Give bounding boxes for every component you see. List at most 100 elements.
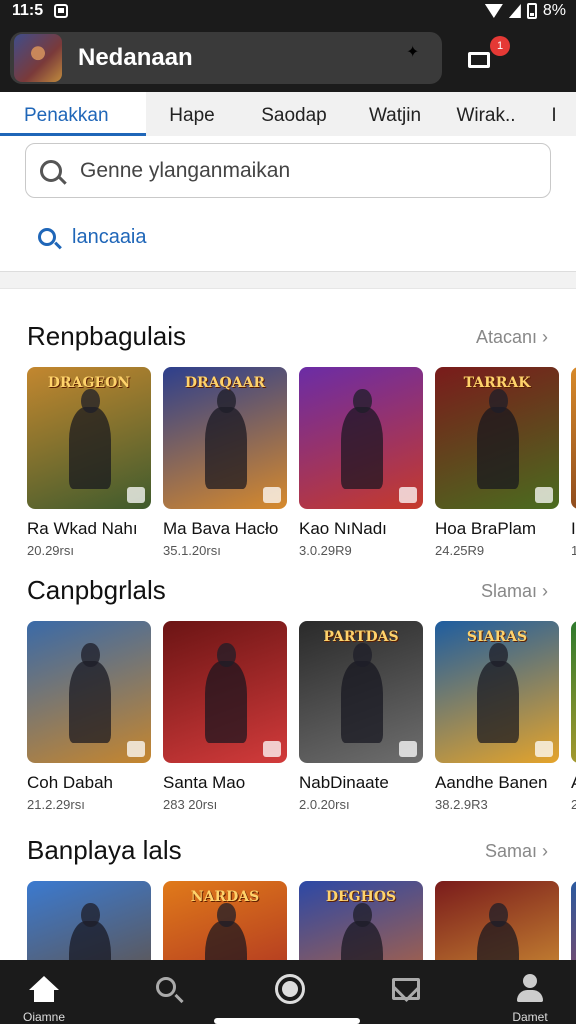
section-title: Banplaya lals: [27, 835, 182, 865]
game-thumbnail[interactable]: [27, 621, 151, 763]
search-link-label: lancaaia: [72, 226, 147, 248]
game-thumbnail[interactable]: DRAQAAR: [163, 367, 287, 509]
game-card[interactable]: DRAGEON Ra Wkad Nahı 20.29rsı: [27, 367, 151, 558]
game-thumbnail[interactable]: SIARAS: [435, 621, 559, 763]
game-meta: 1: [571, 543, 576, 558]
section-more-label: Atacanı: [475, 327, 537, 347]
game-card[interactable]: Coh Dabah 21.2.29rsı: [27, 621, 151, 812]
nav-item-4[interactable]: Damet: [490, 968, 570, 1024]
game-logo-text: PARTDAS: [323, 629, 399, 645]
character-art: [341, 388, 384, 490]
search-icon: [40, 160, 62, 182]
section-more-link[interactable]: Atacanı ›: [476, 327, 548, 348]
signal-icon: [508, 4, 521, 18]
tab-0[interactable]: Penakkan: [0, 92, 146, 136]
chevron-right-icon: ›: [537, 327, 548, 347]
game-meta: 283 20rsı: [163, 797, 218, 812]
status-bar: 11:5 8%: [0, 0, 576, 24]
game-thumbnail[interactable]: [299, 367, 423, 509]
home-icon: [29, 976, 59, 1002]
app-header-pill[interactable]: [10, 32, 442, 84]
wifi-icon: [484, 4, 503, 18]
game-thumbnail[interactable]: [571, 367, 576, 509]
game-logo-text: SIARAS: [466, 629, 528, 645]
status-icons: 8%: [484, 2, 566, 20]
nav-label: Damet: [512, 1010, 548, 1024]
record-icon: [275, 974, 305, 1004]
tab-1[interactable]: Hape: [146, 92, 238, 136]
game-name: Santa Mao: [163, 773, 246, 792]
game-thumbnail[interactable]: DRAGEON: [27, 367, 151, 509]
game-meta: 20.29rsı: [27, 543, 74, 558]
game-row: Coh Dabah 21.2.29rsı Santa Mao 283 20rsı PAR…: [27, 621, 576, 812]
game-card[interactable]: A2: [571, 621, 576, 812]
cart-icon: [468, 52, 490, 68]
battery-icon: [526, 3, 537, 19]
nav-item-0[interactable]: Oiamne: [4, 968, 84, 1024]
rating-badge-icon: [263, 487, 281, 503]
category-tabs: Penakkan Hape Saodap Watjin Wirak.. I: [0, 92, 576, 136]
character-art: [205, 642, 248, 744]
game-card[interactable]: PARTDAS NabDinaate 2.0.20rsı: [299, 621, 423, 812]
status-time: 11:5: [12, 2, 44, 19]
game-row: DRAGEON Ra Wkad Nahı 20.29rsı DRAQAAR Ma Bav…: [27, 367, 576, 558]
section-more-link[interactable]: Slamaı ›: [481, 581, 548, 602]
game-name: Kao NıNadı: [299, 519, 387, 538]
content-area: Renpbagulais Atacanı › DRAGEON Ra Wkad Nahı…: [0, 288, 576, 1023]
game-thumbnail[interactable]: [571, 621, 576, 763]
section-title: Renpbagulais: [27, 321, 187, 351]
game-card[interactable]: Kao NıNadı 3.0.29R9: [299, 367, 423, 558]
tab-2[interactable]: Saodap: [238, 92, 350, 136]
game-card[interactable]: DRAQAAR Ma Bava Hacło 35.1.20rsı: [163, 367, 287, 558]
user-icon: [517, 974, 543, 1004]
game-card[interactable]: I1: [571, 367, 576, 558]
game-name: Ma Bava Hacło: [163, 519, 279, 538]
battery-percent: 8%: [542, 2, 566, 19]
game-thumbnail[interactable]: PARTDAS: [299, 621, 423, 763]
game-logo-text: DEGHOS: [325, 889, 397, 905]
screen: 11:5 8% Nedanaan ✦ 1 Penakkan Hape Saodap W…: [0, 0, 576, 1024]
game-meta: 38.2.9R3: [435, 797, 488, 812]
cart-button[interactable]: 1: [462, 36, 510, 74]
game-meta: 2.0.20rsı: [299, 797, 350, 812]
game-card[interactable]: TARRAK Hoa BraPlam 24.25R9: [435, 367, 559, 558]
game-thumbnail[interactable]: [163, 621, 287, 763]
rating-badge-icon: [399, 741, 417, 757]
rating-badge-icon: [535, 741, 553, 757]
game-name: A: [571, 773, 576, 793]
mail-icon: [392, 978, 420, 1000]
pin-icon[interactable]: ✦: [406, 42, 419, 62]
game-logo-text: DRAQAAR: [184, 375, 266, 391]
game-name: Aandhe Banen: [435, 773, 548, 792]
tab-4[interactable]: Wirak..: [440, 92, 532, 136]
cart-badge: 1: [490, 36, 510, 56]
game-card[interactable]: Santa Mao 283 20rsı: [163, 621, 287, 812]
character-art: [69, 642, 112, 744]
tab-3[interactable]: Watjin: [350, 92, 440, 136]
top-card: PenakkanHapeSaodapWatjinWirak..I lancaai…: [0, 92, 576, 272]
search-input[interactable]: [80, 156, 540, 186]
nav-item-2[interactable]: [250, 968, 330, 1022]
rating-badge-icon: [127, 741, 145, 757]
notification-icon: [54, 4, 68, 18]
section-more-label: Samaı: [484, 841, 537, 861]
bottom-navigation: Oiamne Damet: [0, 960, 576, 1024]
character-art: [477, 388, 520, 490]
game-logo-text: NARDAS: [190, 889, 260, 905]
section-more-label: Slamaı: [480, 581, 537, 601]
game-meta: 3.0.29R9: [299, 543, 352, 558]
game-card[interactable]: SIARAS Aandhe Banen 38.2.9R3: [435, 621, 559, 812]
character-art: [477, 642, 520, 744]
rating-badge-icon: [399, 487, 417, 503]
chevron-right-icon: ›: [537, 841, 548, 861]
tab-5[interactable]: I: [532, 92, 576, 136]
game-thumbnail[interactable]: TARRAK: [435, 367, 559, 509]
app-avatar[interactable]: [14, 34, 62, 82]
chevron-right-icon: ›: [537, 581, 548, 601]
nav-item-1[interactable]: [128, 968, 208, 1022]
search-box[interactable]: [25, 143, 551, 198]
character-art: [205, 388, 248, 490]
nav-item-3[interactable]: [366, 968, 446, 1022]
game-meta: 2: [571, 797, 576, 812]
section-more-link[interactable]: Samaı ›: [485, 841, 548, 862]
